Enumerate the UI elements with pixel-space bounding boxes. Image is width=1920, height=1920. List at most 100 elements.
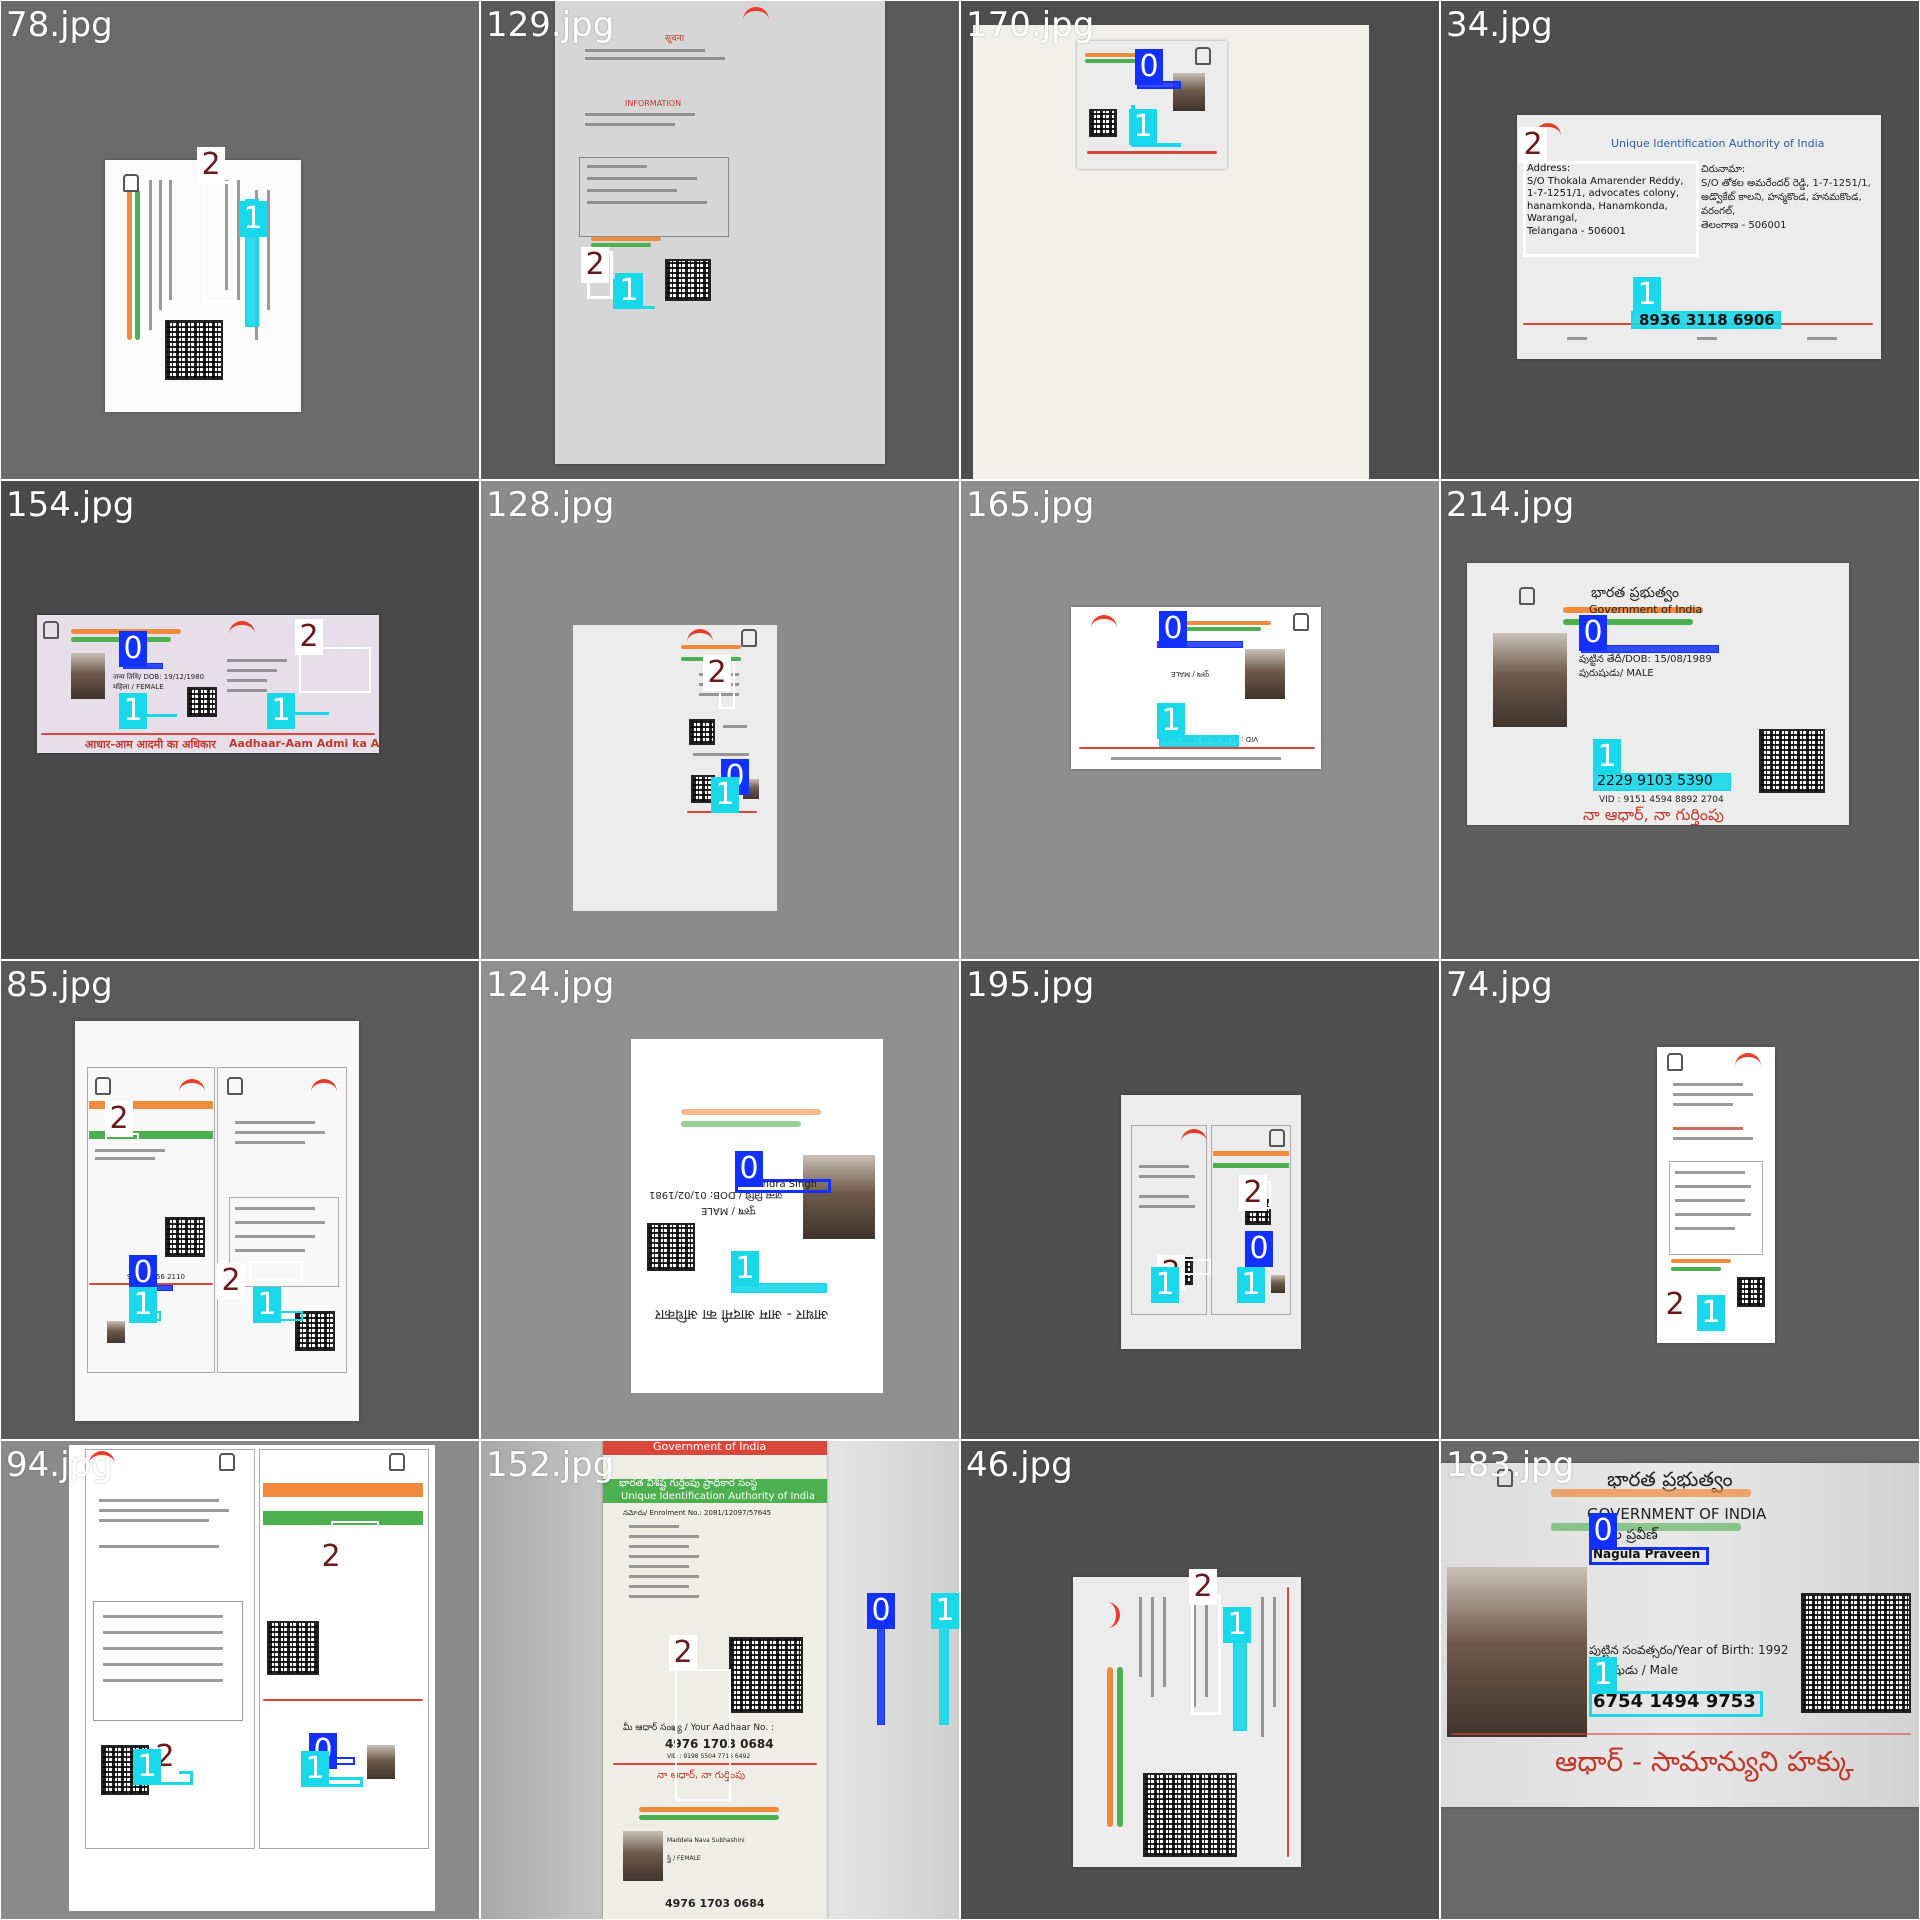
qr-code bbox=[1759, 729, 1825, 793]
document-image bbox=[1121, 1095, 1301, 1349]
tile-filename: 170.jpg bbox=[966, 5, 1095, 45]
detection-label-2: 2 bbox=[317, 1539, 345, 1575]
qr-code bbox=[1143, 1773, 1237, 1857]
detection-label-1: 1 bbox=[1237, 1267, 1265, 1303]
doc-footer: आधार - आम आदमी का अधिकार bbox=[655, 1306, 829, 1322]
tile-165[interactable]: 165.jpg पुरुष / MALE VID : 9116 4536 260… bbox=[961, 481, 1439, 959]
tile-filename: 154.jpg bbox=[6, 485, 135, 525]
aadhaar-number-text: 2229 9103 5390 bbox=[1597, 773, 1713, 789]
doc-footer-hi: आधार-आम आदमी का अधिकार bbox=[85, 738, 216, 751]
tile-filename: 74.jpg bbox=[1446, 965, 1553, 1005]
document-image: जन्म तिथि / DOB: 01/02/1981 पुरुष / MALE… bbox=[631, 1039, 883, 1393]
tile-94[interactable]: 94.jpg 2 2 0 bbox=[1, 1441, 479, 1919]
detection-label-1: 1 bbox=[239, 201, 267, 237]
doc-gender: महिला / FEMALE bbox=[113, 683, 164, 691]
tile-85[interactable]: 85.jpg 9114 8656 2110 bbox=[1, 961, 479, 1439]
detection-label-1: 1 bbox=[1223, 1607, 1251, 1643]
portrait-photo bbox=[367, 1745, 395, 1779]
qr-code bbox=[165, 320, 223, 380]
doc-uidai-te: భారత విశిష్ట గుర్తింపు ప్రాధికార సంస్థ bbox=[619, 1478, 758, 1489]
doc-heading-suchna: सूचना bbox=[665, 34, 685, 44]
detection-label-1: 1 bbox=[301, 1751, 329, 1787]
tile-filename: 128.jpg bbox=[486, 485, 615, 525]
portrait-photo bbox=[1271, 1275, 1285, 1293]
portrait-photo bbox=[1493, 633, 1567, 727]
tile-124[interactable]: 124.jpg जन्म तिथि / DOB: 01/02/1981 पुरु… bbox=[481, 961, 959, 1439]
qr-code bbox=[689, 719, 715, 745]
detection-box-address bbox=[675, 1669, 731, 1801]
portrait-photo bbox=[623, 1831, 663, 1881]
qr-code bbox=[647, 1223, 695, 1271]
detection-label-0: 0 bbox=[1135, 49, 1163, 85]
tile-170[interactable]: 170.jpg 0 1 bbox=[961, 1, 1439, 479]
detection-label-1: 1 bbox=[1633, 277, 1661, 313]
detection-label-0: 0 bbox=[119, 631, 147, 667]
detection-label-1: 1 bbox=[119, 693, 147, 729]
detection-label-2: 2 bbox=[217, 1263, 245, 1299]
tile-filename: 183.jpg bbox=[1446, 1445, 1575, 1485]
detection-label-1: 1 bbox=[267, 693, 295, 729]
doc-uidai: Unique Identification Authority of India bbox=[1611, 137, 1825, 150]
detection-label-2: 2 bbox=[295, 619, 323, 655]
detection-label-1: 1 bbox=[1697, 1295, 1725, 1331]
portrait-photo bbox=[107, 1321, 125, 1343]
doc-address-te: చిరునామా: S/O తోకల అమరేందర్ రెడ్డి, 1-7-… bbox=[1701, 164, 1871, 231]
doc-dob: जन्म तिथि/ DOB: 19/12/1980 bbox=[113, 673, 205, 681]
tile-34[interactable]: 34.jpg Unique Identification Authority o… bbox=[1441, 1, 1919, 479]
detection-label-0: 0 bbox=[735, 1151, 763, 1187]
doc-name: Maddela Nava Subhashini bbox=[667, 1837, 745, 1844]
detection-label-2: 2 bbox=[197, 147, 225, 183]
document-image: 9114 8656 2110 bbox=[75, 1021, 359, 1421]
detection-label-1: 1 bbox=[731, 1251, 759, 1287]
qr-code bbox=[665, 259, 711, 301]
qr-code bbox=[1737, 1277, 1765, 1307]
doc-footer-en: Aadhaar-Aam Admi ka Adhikar bbox=[229, 737, 379, 750]
detection-box-address bbox=[1191, 1595, 1221, 1715]
tile-195[interactable]: 195.jpg 2 2 0 1 1 bbox=[961, 961, 1439, 1439]
name-text: Nagula Praveen bbox=[1593, 1547, 1701, 1561]
tile-183[interactable]: 183.jpg భారత ప్రభుత్వం GOVERNMENT OF IND… bbox=[1441, 1441, 1919, 1919]
detection-label-1: 1 bbox=[1157, 703, 1185, 739]
tile-74[interactable]: 74.jpg 2 1 bbox=[1441, 961, 1919, 1439]
aadhaar-number-text: 8936 3118 6906 bbox=[1639, 311, 1775, 329]
tile-filename: 124.jpg bbox=[486, 965, 615, 1005]
tile-filename: 34.jpg bbox=[1446, 5, 1553, 45]
detection-label-1: 1 bbox=[1151, 1267, 1179, 1303]
portrait-photo bbox=[71, 653, 105, 699]
tile-214[interactable]: 214.jpg భారత ప్రభుత్వం Government of Ind… bbox=[1441, 481, 1919, 959]
detection-box-address-2 bbox=[249, 1261, 303, 1281]
detection-label-2: 2 bbox=[105, 1101, 133, 1137]
portrait-photo bbox=[803, 1155, 875, 1239]
doc-footer: ఆధార్ - సామాన్యుని హక్కు bbox=[1555, 1745, 1854, 1778]
detection-label-0: 0 bbox=[1159, 611, 1187, 647]
detection-label-2: 2 bbox=[581, 247, 609, 283]
tile-128[interactable]: 128.jpg 2 0 1 bbox=[481, 481, 959, 959]
detection-label-0: 0 bbox=[1579, 615, 1607, 651]
qr-code bbox=[1089, 109, 1117, 137]
detection-label-2: 2 bbox=[1189, 1569, 1217, 1605]
qr-code bbox=[729, 1637, 803, 1713]
tile-filename: 78.jpg bbox=[6, 5, 113, 45]
detection-label-1: 1 bbox=[711, 777, 739, 813]
detection-label-2: 2 bbox=[1661, 1287, 1689, 1323]
detection-label-0: 0 bbox=[129, 1255, 157, 1291]
tile-filename: 152.jpg bbox=[486, 1445, 615, 1485]
doc-uidai: Unique Identification Authority of India bbox=[621, 1491, 816, 1502]
detection-label-2: 2 bbox=[1519, 127, 1547, 163]
doc-vid: VID : 9151 4594 8892 2704 bbox=[1599, 795, 1724, 805]
tile-152[interactable]: 152.jpg Government of India భారత విశిష్ట… bbox=[481, 1441, 959, 1919]
detection-label-0: 0 bbox=[1589, 1513, 1617, 1549]
detection-results-grid: 78.jpg 2 1 129.jpg सूचना INFORMATION 2 1… bbox=[0, 0, 1920, 1920]
address-text: Address: S/O Thokala Amarender Reddy, 1-… bbox=[1527, 163, 1684, 237]
doc-gender: पुरुष / MALE bbox=[1171, 670, 1210, 678]
doc-gender: पुरुष / MALE bbox=[701, 1205, 756, 1216]
document-image bbox=[69, 1445, 435, 1911]
tile-filename: 46.jpg bbox=[966, 1445, 1073, 1485]
qr-code bbox=[187, 687, 217, 717]
tile-46[interactable]: 46.jpg 2 1 bbox=[961, 1441, 1439, 1919]
tile-78[interactable]: 78.jpg 2 1 bbox=[1, 1, 479, 479]
doc-footer: నా ఆధార్, నా గుర్తింపు bbox=[1583, 805, 1724, 824]
tile-129[interactable]: 129.jpg सूचना INFORMATION 2 1 bbox=[481, 1, 959, 479]
tile-154[interactable]: 154.jpg जन्म तिथि/ DOB: 19/12/1980 महिला… bbox=[1, 481, 479, 959]
document-image bbox=[1073, 1577, 1301, 1867]
